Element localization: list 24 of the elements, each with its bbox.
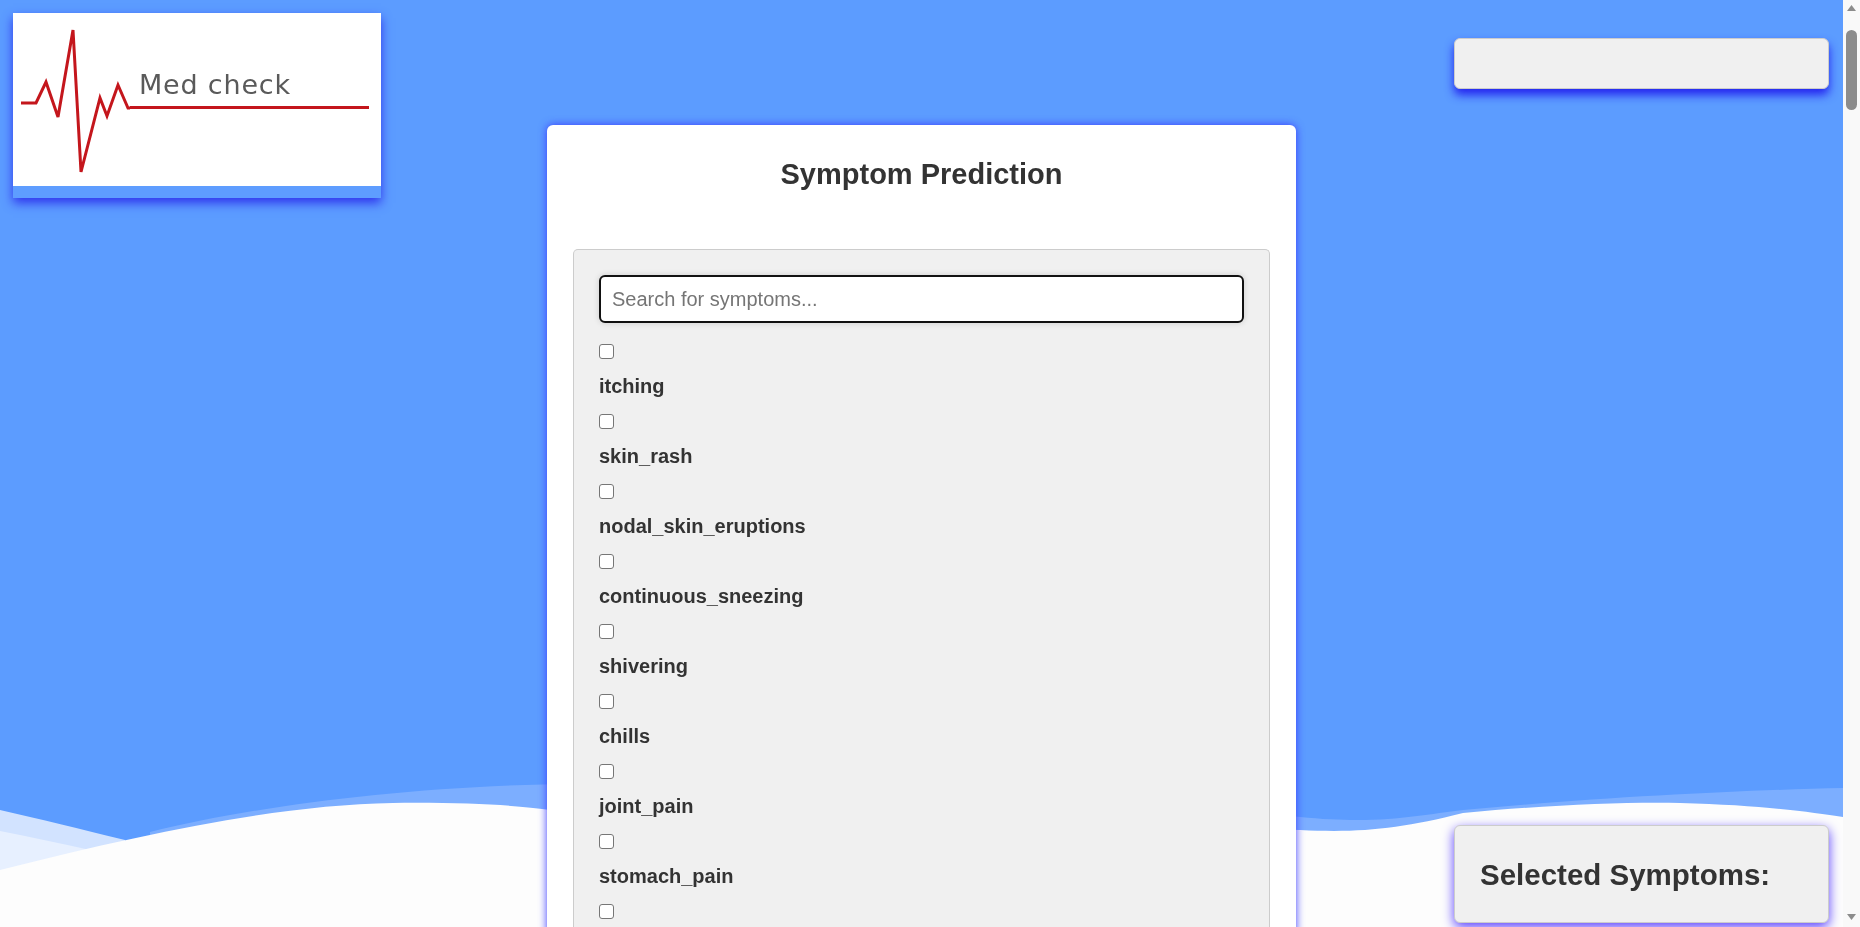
search-field[interactable]: Search for symptoms... (599, 275, 1244, 323)
down-triangle-icon[interactable] (1847, 914, 1856, 920)
selected-symptoms-title: Selected Symptoms: (1480, 858, 1772, 892)
symptom-checkbox[interactable] (599, 554, 614, 569)
symptom-label: skin_rash (599, 445, 693, 468)
symptom-checkbox[interactable] (599, 904, 614, 919)
symptom-checkbox[interactable] (599, 414, 614, 429)
scrollbar-thumb[interactable] (1846, 30, 1857, 110)
symptom-checkbox[interactable] (599, 484, 614, 499)
symptom-label: joint_pain (599, 795, 694, 818)
symptom-label: chills (599, 725, 651, 748)
symptom-label: stomach_pain (599, 865, 734, 888)
symptom-label: continuous_sneezing (599, 585, 804, 608)
symptom-label: shivering (599, 655, 688, 678)
symptom-label: nodal_skin_eruptions (599, 515, 806, 538)
symptom-checkbox[interactable] (599, 624, 614, 639)
symptom-checkbox[interactable] (599, 344, 614, 359)
symptom-checkbox[interactable] (599, 694, 614, 709)
symptom-checkbox[interactable] (599, 764, 614, 779)
up-triangle-icon[interactable] (1847, 5, 1856, 11)
symptom-checkbox[interactable] (599, 834, 614, 849)
symptom-label: itching (599, 375, 665, 398)
logo-text: Med check (139, 68, 292, 101)
card-title: Symptom Prediction (779, 157, 1064, 191)
